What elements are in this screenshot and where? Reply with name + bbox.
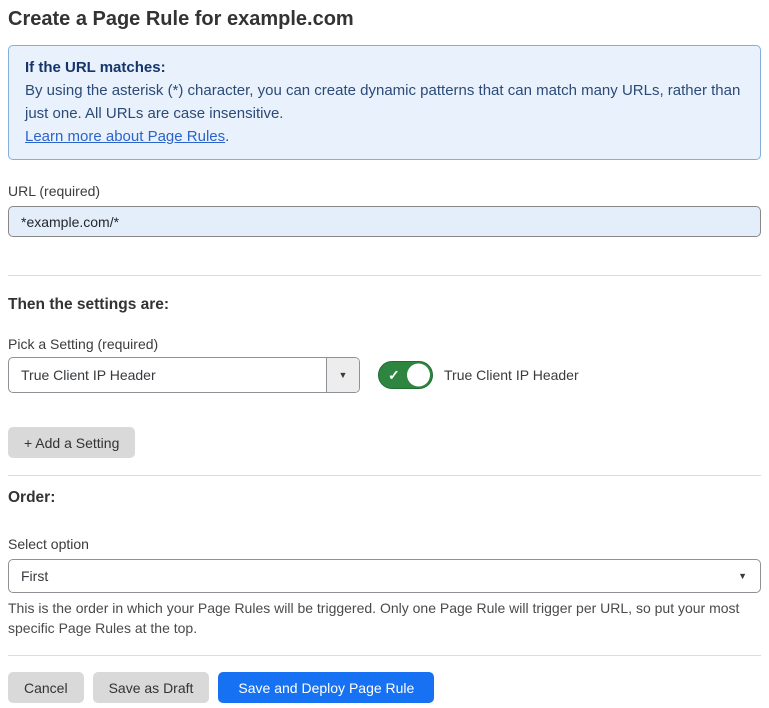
info-box-link-line: Learn more about Page Rules. xyxy=(25,125,744,148)
chevron-down-icon[interactable]: ▼ xyxy=(326,358,359,392)
setting-dropdown-value: True Client IP Header xyxy=(9,367,326,383)
order-dropdown-value: First xyxy=(9,568,738,584)
divider xyxy=(8,655,761,656)
divider xyxy=(8,275,761,276)
link-suffix: . xyxy=(225,128,229,145)
cancel-button[interactable]: Cancel xyxy=(8,672,84,703)
check-icon: ✓ xyxy=(388,368,400,382)
chevron-down-icon: ▼ xyxy=(738,571,760,581)
add-setting-button[interactable]: + Add a Setting xyxy=(8,427,135,458)
order-help-text: This is the order in which your Page Rul… xyxy=(8,598,758,638)
settings-section-heading: Then the settings are: xyxy=(8,296,761,314)
url-input[interactable] xyxy=(8,206,761,237)
page-title: Create a Page Rule for example.com xyxy=(8,6,761,32)
page-rule-form: Create a Page Rule for example.com If th… xyxy=(0,6,769,703)
info-box-heading: If the URL matches: xyxy=(25,56,744,79)
divider xyxy=(8,475,761,476)
order-select-label: Select option xyxy=(8,536,761,552)
info-box-body: By using the asterisk (*) character, you… xyxy=(25,79,744,125)
toggle-knob xyxy=(407,364,430,387)
toggle-label: True Client IP Header xyxy=(444,367,579,383)
learn-more-link[interactable]: Learn more about Page Rules xyxy=(25,128,225,145)
url-match-info-box: If the URL matches: By using the asteris… xyxy=(8,45,761,160)
footer-button-row: Cancel Save as Draft Save and Deploy Pag… xyxy=(8,672,761,703)
setting-row: True Client IP Header ▼ ✓ True Client IP… xyxy=(8,357,761,393)
setting-dropdown[interactable]: True Client IP Header ▼ xyxy=(8,357,360,393)
save-and-deploy-button[interactable]: Save and Deploy Page Rule xyxy=(218,672,434,703)
order-section-heading: Order: xyxy=(8,489,761,507)
save-as-draft-button[interactable]: Save as Draft xyxy=(93,672,210,703)
order-dropdown[interactable]: First ▼ xyxy=(8,559,761,593)
url-field-label: URL (required) xyxy=(8,183,761,199)
pick-setting-label: Pick a Setting (required) xyxy=(8,336,761,352)
setting-toggle[interactable]: ✓ xyxy=(378,361,433,389)
